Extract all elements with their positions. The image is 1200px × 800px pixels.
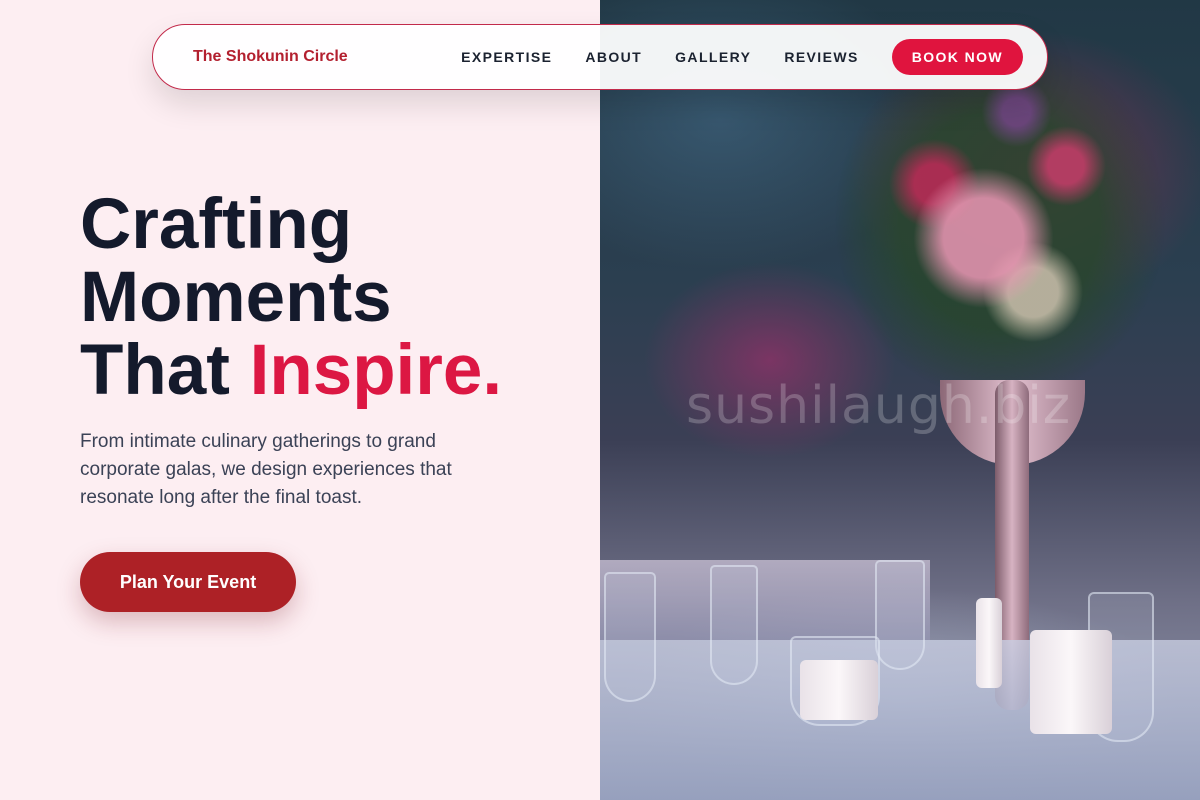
flower-arrangement xyxy=(835,40,1165,400)
nav-link-about[interactable]: ABOUT xyxy=(585,49,642,65)
watermark: sushilaugh.biz xyxy=(686,376,1072,436)
nav-link-reviews[interactable]: REVIEWS xyxy=(784,49,858,65)
wine-glass xyxy=(875,560,925,670)
candle xyxy=(1030,630,1112,734)
nav-link-expertise[interactable]: EXPERTISE xyxy=(461,49,552,65)
hero-title: Crafting Moments That Inspire. xyxy=(80,188,502,407)
wine-glass xyxy=(604,572,656,702)
plan-event-button[interactable]: Plan Your Event xyxy=(80,552,296,612)
hero-title-line-1: Crafting xyxy=(80,185,353,264)
wine-glass xyxy=(710,565,758,685)
candle xyxy=(800,660,878,720)
hero-description: From intimate culinary gatherings to gra… xyxy=(80,431,452,508)
nav-links: EXPERTISE ABOUT GALLERY REVIEWS BOOK NOW xyxy=(428,39,1023,75)
candle xyxy=(976,598,1002,688)
hero-title-line-3: That xyxy=(80,331,230,410)
hero-title-line-2: Moments xyxy=(80,258,392,337)
book-now-button[interactable]: BOOK NOW xyxy=(891,39,1023,75)
top-navbar: The Shokunin Circle EXPERTISE ABOUT GALL… xyxy=(152,24,1048,90)
hero-title-accent: Inspire. xyxy=(249,331,503,410)
nav-link-gallery[interactable]: GALLERY xyxy=(675,49,751,65)
brand-logo[interactable]: The Shokunin Circle xyxy=(193,48,348,66)
